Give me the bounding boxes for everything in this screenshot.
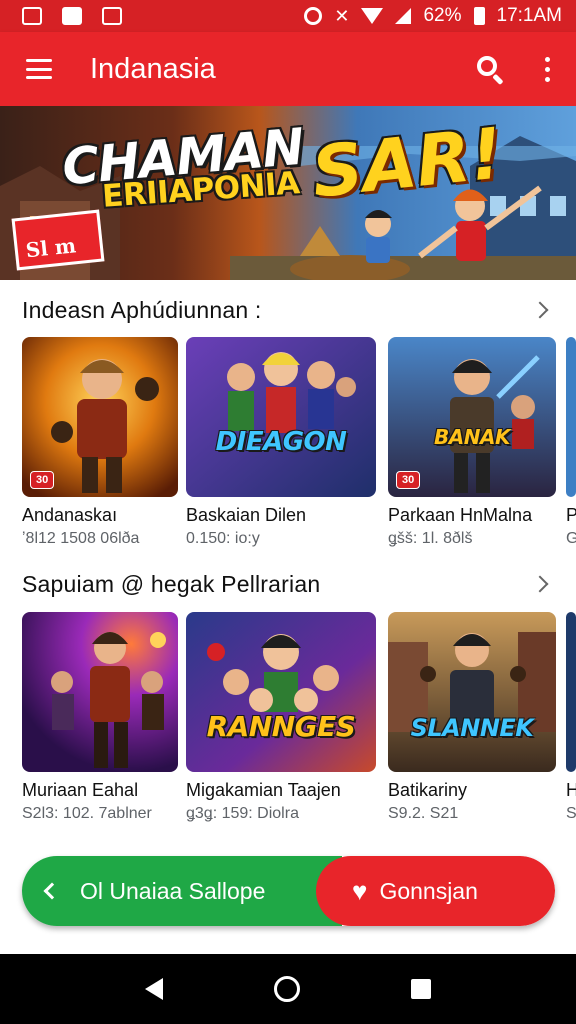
game-thumbnail bbox=[566, 612, 576, 772]
cta-right-label: Gonnsjan bbox=[379, 877, 478, 904]
cta-right-button[interactable]: ♥ Gonnsjan bbox=[316, 856, 555, 926]
more-vert-icon[interactable] bbox=[539, 55, 556, 84]
game-thumbnail: RANNGES bbox=[186, 612, 376, 772]
card-badge: 30 bbox=[30, 471, 55, 489]
card-title: Migakamian Taajen bbox=[186, 780, 341, 800]
notification-icon bbox=[102, 7, 122, 25]
card-meta: S2l3: 102. 7ablner bbox=[22, 805, 152, 822]
game-thumbnail bbox=[22, 612, 178, 772]
chevron-right-icon[interactable] bbox=[531, 301, 549, 319]
card-meta: ǥšš: 1l. 8ðlš bbox=[388, 530, 473, 547]
menu-icon[interactable] bbox=[26, 59, 52, 79]
game-card[interactable]: RANNGES Migakamian Taajen ǥ3ǥ: 159: Diol… bbox=[186, 612, 376, 823]
heart-icon: ♥ bbox=[352, 875, 368, 906]
section-header[interactable]: Indeasn Aphúdiunnan : bbox=[22, 290, 562, 330]
game-thumbnail: BANAK 30 bbox=[388, 337, 556, 497]
wifi-icon bbox=[361, 8, 384, 24]
battery-icon bbox=[473, 7, 485, 25]
notification-icons bbox=[22, 7, 122, 25]
section-title: Sapuiam @ hegak Pellrarian bbox=[22, 570, 321, 597]
card-logo: BANAK bbox=[434, 425, 510, 449]
banner-sign-line2: Sl m bbox=[24, 233, 78, 263]
game-card[interactable]: Muriaan Eahal S2l3: 102. 7ablner bbox=[22, 612, 178, 823]
promo-banner[interactable]: Sl m CHAMAN SAR! ERIIAPONIA bbox=[0, 106, 576, 280]
card-meta: G bbox=[566, 530, 576, 547]
cta-left-label: Ol Unaiaa Sallope bbox=[80, 877, 266, 904]
recents-icon[interactable] bbox=[410, 979, 431, 999]
status-bar: ✕ 62% 17:1AM bbox=[0, 0, 576, 32]
search-icon[interactable] bbox=[475, 54, 505, 86]
notification-icon bbox=[22, 7, 42, 25]
card-title: Parkaan HnMalna bbox=[388, 505, 533, 525]
alarm-icon bbox=[304, 7, 323, 25]
card-meta: S9.2. S21 bbox=[388, 805, 459, 822]
card-title: Baskaian Dilen bbox=[186, 505, 307, 525]
game-thumbnail bbox=[566, 337, 576, 497]
bottom-cta-bar: Ol Unaiaa Sallope ♥ Gonnsjan bbox=[22, 856, 555, 926]
home-icon[interactable] bbox=[273, 976, 300, 1002]
card-title: Batikariny bbox=[388, 780, 468, 800]
card-title: P bbox=[566, 505, 576, 525]
game-card-partial[interactable]: P G bbox=[566, 337, 576, 548]
card-meta: ǥ3ǥ: 159: Diolra bbox=[186, 805, 299, 822]
vibrate-icon: ✕ bbox=[334, 5, 350, 26]
battery-percent: 62% bbox=[423, 5, 462, 26]
cta-left-button[interactable]: Ol Unaiaa Sallope bbox=[22, 856, 342, 926]
card-meta: S bbox=[566, 805, 576, 822]
game-card[interactable]: BANAK 30 Parkaan HnMalna ǥšš: 1l. 8ðlš bbox=[388, 337, 556, 548]
system-nav-bar bbox=[0, 954, 576, 1024]
card-meta: 0.150: io:y bbox=[186, 530, 260, 547]
game-card-partial[interactable]: H S bbox=[566, 612, 576, 823]
notification-icon bbox=[62, 7, 82, 25]
card-title: Muriaan Eahal bbox=[22, 780, 139, 800]
game-thumbnail: SLANNEK bbox=[388, 612, 556, 772]
section-header[interactable]: Sapuiam @ hegak Pellrarian bbox=[22, 564, 562, 604]
app-bar: Indanasia bbox=[0, 32, 576, 106]
card-title: H bbox=[566, 780, 576, 800]
card-logo: SLANNEK bbox=[410, 714, 534, 742]
card-meta: ʼ8l12 1508 06lða bbox=[22, 530, 140, 547]
clock: 17:1AM bbox=[496, 5, 562, 26]
banner-sign: Sl m bbox=[11, 209, 105, 271]
game-card[interactable]: DIEAGON Baskaian Dilen 0.150: io:y bbox=[186, 337, 376, 548]
game-card[interactable]: 30 Andanaskaı ʼ8l12 1508 06lða bbox=[22, 337, 178, 548]
app-title: Indanasia bbox=[90, 52, 216, 85]
signal-icon bbox=[395, 8, 412, 24]
game-card[interactable]: SLANNEK Batikariny S9.2. S21 bbox=[388, 612, 556, 823]
game-thumbnail: 30 bbox=[22, 337, 178, 497]
section-title: Indeasn Aphúdiunnan : bbox=[22, 296, 262, 323]
chevron-left-icon bbox=[43, 882, 61, 900]
card-logo: DIEAGON bbox=[215, 427, 347, 457]
system-icons: ✕ 62% 17:1AM bbox=[304, 5, 562, 27]
chevron-right-icon[interactable] bbox=[531, 575, 549, 593]
card-logo: RANNGES bbox=[206, 710, 356, 743]
game-thumbnail: DIEAGON bbox=[186, 337, 376, 497]
back-icon[interactable] bbox=[145, 978, 164, 1000]
card-badge: 30 bbox=[396, 471, 421, 489]
card-title: Andanaskaı bbox=[22, 505, 118, 525]
